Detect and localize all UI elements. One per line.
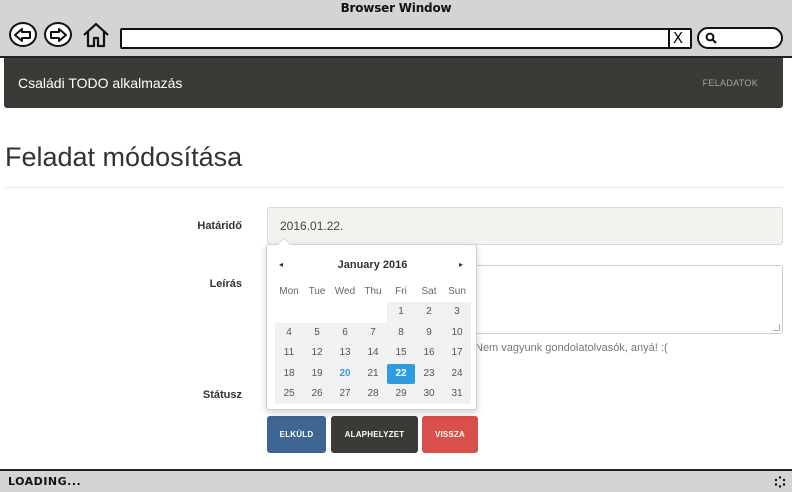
empty-day-cell xyxy=(331,302,359,323)
day-cell[interactable]: 30 xyxy=(415,383,443,405)
reset-button[interactable]: ALAPHELYZET xyxy=(331,416,418,453)
empty-day-cell xyxy=(359,302,387,323)
day-cell[interactable]: 7 xyxy=(359,322,387,344)
status-text: LOADING... xyxy=(8,475,82,488)
day-cell[interactable]: 9 xyxy=(415,322,443,344)
day-cell[interactable]: 3 xyxy=(443,302,471,323)
forward-button[interactable] xyxy=(44,22,72,47)
datepicker-grid: Mon Tue Wed Thu Fri Sat Sun 1 2 3 4 5 6 7 8 9 10 11 12 13 14… xyxy=(275,282,471,405)
day-cell[interactable]: 24 xyxy=(443,363,471,384)
day-cell[interactable]: 16 xyxy=(415,343,443,364)
day-cell[interactable]: 11 xyxy=(275,343,303,364)
back-button[interactable] xyxy=(9,22,37,47)
page-title: Feladat módosítása xyxy=(5,142,243,172)
day-cell[interactable]: 23 xyxy=(415,363,443,384)
weekday-header: Fri xyxy=(395,286,407,297)
day-cell[interactable]: 29 xyxy=(387,383,415,405)
empty-day-cell xyxy=(303,302,331,323)
day-cell[interactable]: 12 xyxy=(303,343,331,364)
weekday-header: Wed xyxy=(334,286,356,297)
address-bar[interactable]: X xyxy=(120,28,692,49)
loading-spinner-icon xyxy=(774,476,786,488)
datepicker-caret-inner xyxy=(278,239,290,245)
forward-arrow-icon xyxy=(50,27,67,42)
day-cell[interactable]: 4 xyxy=(275,322,303,344)
day-cell-selected[interactable]: 22 xyxy=(387,363,415,384)
day-cell[interactable]: 19 xyxy=(303,363,331,384)
clear-url-icon[interactable]: X xyxy=(668,30,686,47)
deadline-label: Határidő xyxy=(197,220,242,232)
datepicker-month: January xyxy=(337,259,380,271)
weekday-header: Mon xyxy=(279,286,299,297)
datepicker-year: 2016 xyxy=(382,259,408,271)
back-link-button[interactable]: VISSZA xyxy=(422,416,478,453)
day-cell[interactable]: 26 xyxy=(303,383,331,405)
datepicker-month-title[interactable]: January 2016 xyxy=(267,259,478,271)
datepicker-popup: January 2016 ◂ ▸ Mon Tue Wed Thu Fri Sat Sun 1 2… xyxy=(266,238,478,410)
day-cell[interactable]: 27 xyxy=(331,383,359,405)
day-cell[interactable]: 6 xyxy=(331,322,359,344)
day-cell[interactable]: 8 xyxy=(387,322,415,344)
day-cell[interactable]: 31 xyxy=(443,383,471,405)
deadline-input[interactable]: 2016.01.22. xyxy=(267,207,783,245)
day-cell[interactable]: 1 xyxy=(387,302,415,323)
day-cell[interactable]: 18 xyxy=(275,363,303,384)
resize-handle[interactable] xyxy=(773,324,780,331)
nav-link-tasks[interactable]: FELADATOK xyxy=(703,78,758,88)
day-cell[interactable]: 14 xyxy=(359,343,387,364)
back-arrow-icon xyxy=(14,27,31,42)
browser-chrome: Browser Window X xyxy=(0,0,792,58)
prev-month-icon[interactable]: ◂ xyxy=(279,260,283,269)
browser-search-input[interactable] xyxy=(697,27,783,49)
description-help-text: Nem vagyunk gondolatolvasók, anyá! :( xyxy=(475,342,668,354)
day-cell[interactable]: 5 xyxy=(303,322,331,344)
brand-link[interactable]: Családi TODO alkalmazás xyxy=(18,75,182,91)
empty-day-cell xyxy=(275,302,303,323)
home-button[interactable] xyxy=(82,22,110,48)
title-divider xyxy=(5,187,783,188)
day-cell[interactable]: 15 xyxy=(387,343,415,364)
home-icon xyxy=(83,22,109,48)
day-cell[interactable]: 28 xyxy=(359,383,387,405)
window-title: Browser Window xyxy=(340,1,452,15)
browser-statusbar: LOADING... xyxy=(0,469,792,492)
day-cell[interactable]: 25 xyxy=(275,383,303,405)
next-month-icon[interactable]: ▸ xyxy=(459,260,463,269)
weekday-header: Tue xyxy=(308,286,326,297)
day-cell[interactable]: 2 xyxy=(415,302,443,323)
weekday-header: Sun xyxy=(448,286,466,297)
status-label: Státusz xyxy=(202,389,242,401)
day-cell[interactable]: 17 xyxy=(443,343,471,364)
weekday-header: Thu xyxy=(364,286,382,297)
app-navbar: Családi TODO alkalmazás FELADATOK xyxy=(4,58,783,108)
description-label: Leírás xyxy=(209,278,242,290)
day-cell[interactable]: 10 xyxy=(443,322,471,344)
search-icon xyxy=(705,32,717,44)
day-cell[interactable]: 13 xyxy=(331,343,359,364)
weekday-header: Sat xyxy=(421,286,437,297)
submit-button[interactable]: ELKÜLD xyxy=(267,416,326,453)
day-cell-today[interactable]: 20 xyxy=(331,363,359,384)
day-cell[interactable]: 21 xyxy=(359,363,387,384)
